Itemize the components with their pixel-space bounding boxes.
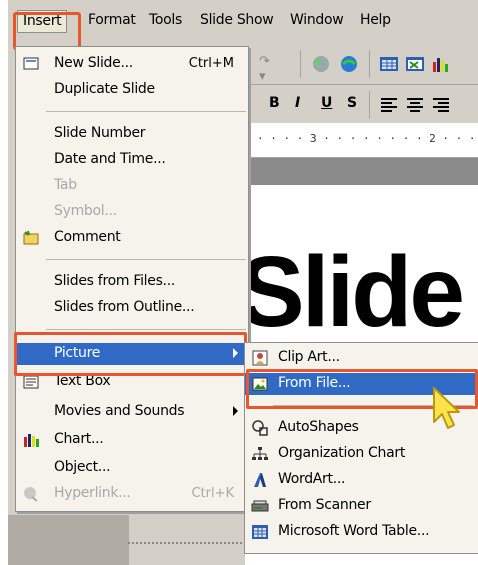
menu-separator [46,329,246,330]
align-left-icon[interactable] [379,95,399,115]
submenu-item-wordart[interactable]: WordArt... [245,469,478,491]
submenu-item-label: Organization Chart [278,445,406,461]
slide-pane-bottom [8,515,129,565]
shadow-button[interactable]: S [347,95,357,111]
menu-item-slide-number[interactable]: Slide Number [16,123,248,145]
org-chart-icon [252,447,268,460]
chart-icon [24,434,39,447]
submenu-item-label: From Scanner [278,497,371,513]
menu-item-label: Slides from Files... [54,273,176,289]
menu-item-label: Slide Number [54,125,146,141]
submenu-item-clip-art[interactable]: Clip Art... [245,347,478,369]
slide-title-text: Slide [238,236,465,348]
submenu-item-label: AutoShapes [278,419,359,435]
menu-item-duplicate-slide[interactable]: Duplicate Slide [16,79,248,101]
menu-item-label: Tab [54,177,77,193]
insert-callout-highlight [13,12,81,50]
picture-callout-highlight [14,332,247,376]
menu-item-comment[interactable]: Comment [16,227,248,249]
new-slide-icon [23,57,39,70]
menu-item-tab: Tab [16,175,248,197]
menu-item-label: Date and Time... [54,151,166,167]
wordart-icon [254,473,266,487]
menu-item-date-time[interactable]: Date and Time... [16,149,248,171]
menu-slide-show[interactable]: Slide Show [200,12,274,28]
submenu-item-label: Microsoft Word Table... [278,523,430,539]
menu-item-symbol: Symbol... [16,201,248,223]
menu-help[interactable]: Help [360,12,391,28]
word-table-icon [252,525,268,539]
menu-item-label: Object... [54,459,111,475]
menu-item-shortcut: Ctrl+M [188,56,234,71]
globe-icon[interactable] [311,54,331,74]
underline-button[interactable]: U [321,95,332,111]
insert-chart-icon[interactable] [431,54,451,74]
scanner-icon [251,500,269,512]
menu-item-label: Movies and Sounds [54,403,185,419]
insert-menu: New Slide... Ctrl+M Duplicate Slide Slid… [15,46,249,512]
menu-item-slides-from-files[interactable]: Slides from Files... [16,271,248,293]
menu-item-hyperlink: Hyperlink... Ctrl+K [16,483,248,505]
horizontal-ruler: · · · · 3 · · · · · · · · 2 · · · · [245,123,478,158]
menu-item-slides-from-outline[interactable]: Slides from Outline... [16,297,248,319]
clip-art-icon [252,350,268,366]
menu-window[interactable]: Window [290,12,344,28]
menu-item-label: Slides from Outline... [54,299,195,315]
insert-table-icon[interactable] [379,54,399,74]
menu-item-label: Comment [54,229,121,245]
menu-item-object[interactable]: Object... [16,457,248,479]
menu-separator [46,111,246,112]
menu-item-label: Hyperlink... [54,485,131,501]
pointer-cursor-icon [433,387,460,429]
hyperlink-icon [24,487,38,502]
menu-item-label: Duplicate Slide [54,81,155,97]
hyperlink-globe-icon[interactable] [339,54,359,74]
placeholder-border [128,542,246,544]
comment-icon [23,230,39,245]
menu-separator [46,259,246,260]
redo-icon[interactable]: ↷ ▾ [259,54,279,84]
ruler-ticks: · · · · 3 · · · · · · · · 2 · · · · [257,132,478,145]
align-right-icon[interactable] [431,95,451,115]
submenu-item-from-scanner[interactable]: From Scanner [245,495,478,517]
submenu-arrow-icon [233,406,238,416]
toolbar-divider [369,50,370,78]
toolbar-divider [369,91,370,119]
menu-item-label: Symbol... [54,203,117,219]
italic-button[interactable]: I [295,95,300,111]
formatting-toolbar: B I U S [245,85,478,124]
submenu-item-label: WordArt... [278,471,346,487]
submenu-item-org-chart[interactable]: Organization Chart [245,443,478,465]
insert-excel-icon[interactable] [405,54,425,74]
menu-item-new-slide[interactable]: New Slide... Ctrl+M [16,53,248,75]
bold-button[interactable]: B [269,95,280,111]
menu-item-label: Chart... [54,431,104,447]
submenu-item-word-table[interactable]: Microsoft Word Table... [245,521,478,543]
menu-item-chart[interactable]: Chart... [16,429,248,451]
align-center-icon[interactable] [405,95,425,115]
workspace-gutter [245,158,478,185]
toolbar-divider [300,50,301,78]
menu-item-movies-sounds[interactable]: Movies and Sounds [16,401,248,423]
menu-tools[interactable]: Tools [149,12,182,28]
standard-toolbar: ↷ ▾ [245,44,478,85]
menu-format[interactable]: Format [88,12,136,28]
menu-item-label: New Slide... [54,55,133,71]
menu-item-shortcut: Ctrl+K [191,486,234,501]
submenu-item-label: Clip Art... [278,349,340,365]
autoshapes-icon [252,420,268,436]
